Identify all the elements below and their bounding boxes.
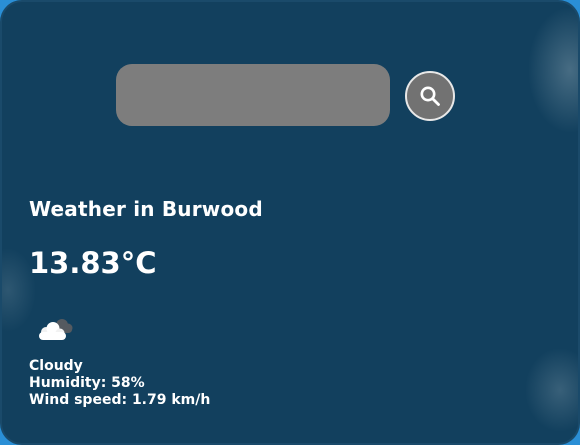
search-bar: [116, 64, 456, 126]
search-button[interactable]: [405, 71, 455, 121]
condition-description: Cloudy: [29, 358, 83, 374]
humidity: Humidity: 58%: [29, 375, 145, 391]
weather-details: Cloudy Humidity: 58% Wind speed: 1.79 km…: [29, 358, 210, 409]
weather-card: Weather in Burwood 13.83°C Cloudy Humidi…: [0, 0, 580, 445]
search-input[interactable]: [116, 64, 390, 126]
city-title: Weather in Burwood: [29, 197, 263, 221]
weather-info: Weather in Burwood 13.83°C Cloudy Humidi…: [29, 195, 263, 408]
temperature: 13.83°C: [29, 246, 157, 280]
wind-speed: Wind speed: 1.79 km/h: [29, 392, 211, 408]
search-icon: [420, 86, 440, 106]
cloudy-icon: [35, 315, 75, 345]
